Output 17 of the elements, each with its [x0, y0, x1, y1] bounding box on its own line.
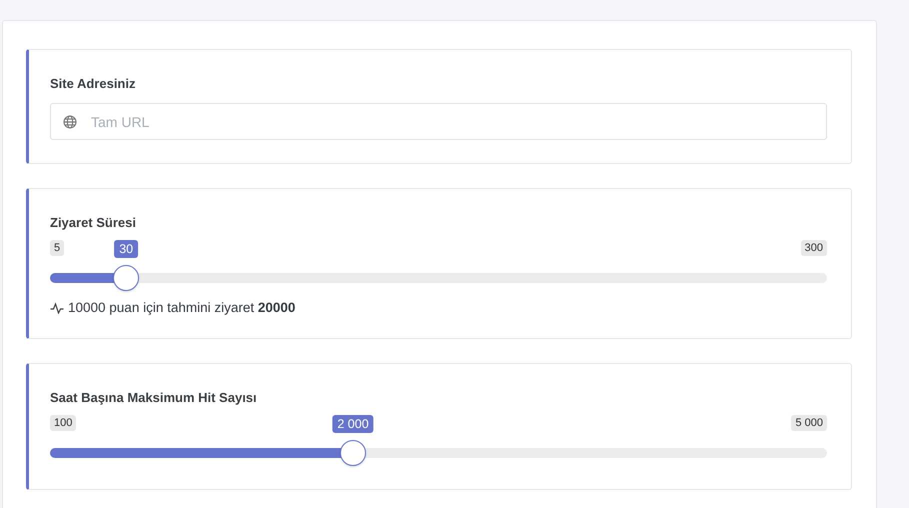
estimate-text: 10000 puan için tahmini ziyaret 20000 [68, 300, 296, 315]
min-value-label: 5 [50, 240, 64, 256]
globe-icon [63, 115, 77, 129]
max-value-label: 5 000 [791, 415, 827, 431]
pulse-icon [50, 302, 64, 314]
value-bubble: 30 [114, 240, 138, 258]
min-value-label: 100 [50, 415, 76, 431]
slider[interactable] [50, 265, 827, 291]
url-input-field[interactable]: Tam URL [50, 103, 827, 140]
field-label: Saat Başına Maksimum Hit Sayısı [50, 389, 257, 407]
max-value-label: 300 [800, 240, 827, 256]
slider-thumb[interactable] [113, 265, 140, 291]
field-label: Ziyaret Süresi [50, 214, 136, 232]
slider[interactable] [50, 440, 827, 466]
field-label: Site Adresiniz [50, 75, 136, 93]
slider-thumb[interactable] [340, 440, 366, 466]
value-bubble: 2 000 [332, 415, 374, 433]
